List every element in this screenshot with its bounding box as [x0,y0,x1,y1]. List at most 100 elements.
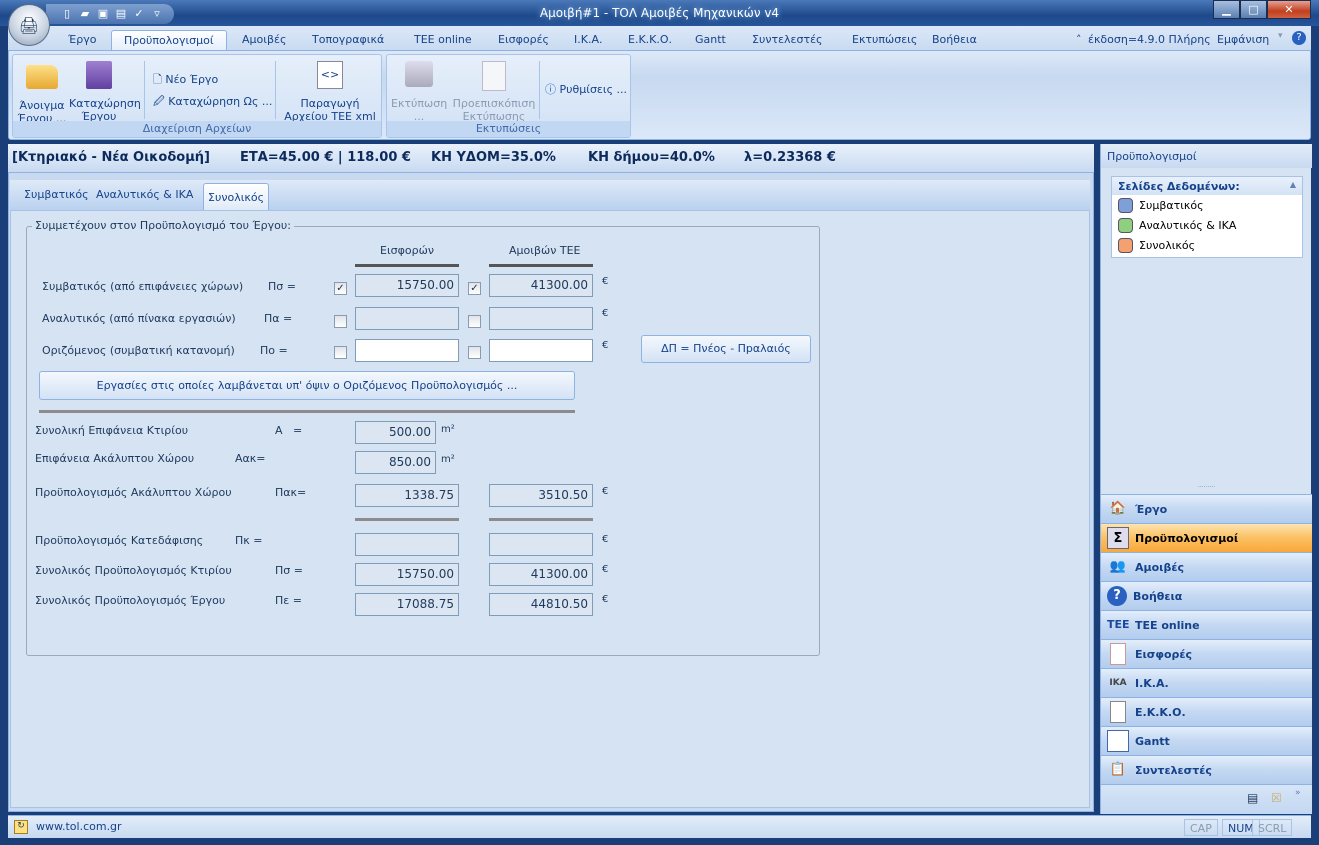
sigma-icon: Σ [1107,527,1129,549]
print-group-label: Εκτυπώσεις [387,121,630,137]
analytical-contrib-checkbox[interactable] [334,315,347,328]
tab-tee-online[interactable]: TEE online [402,30,484,50]
close-button[interactable]: ✕ [1267,0,1311,19]
open-area-field[interactable]: 850.00 [355,451,436,474]
nav-ika[interactable]: IKA Ι.Κ.Α. [1101,668,1312,697]
save-as-button[interactable]: 🖉 Καταχώρηση Ως ... [153,95,272,108]
print-preview-button[interactable]: Προεπισκόπιση Εκτύπωσης [451,61,537,123]
nav-contributions[interactable]: Εισφορές [1101,639,1312,668]
delta-p-button[interactable]: ΔΠ = Πνέος - Πpαλαιός [641,335,811,363]
tab-ekko[interactable]: Ε.Κ.Κ.Ο. [616,30,684,50]
save-project-button[interactable]: Καταχώρηση Έργου [69,61,141,123]
defined-fees-checkbox[interactable] [468,346,481,359]
building-area-field[interactable]: 500.00 [355,421,436,444]
dropdown-arrow-icon[interactable]: ▾ [1278,31,1283,41]
nav-coefficients[interactable]: 📋 Συντελεστές [1101,755,1312,784]
demolition-fees-field[interactable] [489,533,593,556]
euro-unit: € [602,340,609,351]
nav-gantt[interactable]: Gantt [1101,726,1312,755]
page-item-conventional[interactable]: Συμβατικός [1112,195,1302,215]
tab-total[interactable]: Συνολικός [203,183,270,210]
magnifier-icon [482,61,506,91]
placeholder-icon[interactable]: ☒ [1271,791,1282,805]
tab-contributions[interactable]: Εισφορές [486,30,561,50]
nav-fees[interactable]: 👥 Αμοιβές [1101,552,1312,581]
new-project-button[interactable]: 🗋 Νέο Έργο [153,73,218,86]
tab-ergo[interactable]: Έργο [56,30,108,50]
website-link[interactable]: www.tol.com.gr [36,820,122,833]
analytical-fees-field[interactable] [489,307,593,330]
print-group: Εκτύπωση ... Προεπισκόπιση Εκτύπωσης ⓘ Ρ… [386,54,631,138]
conventional-fees-field[interactable]: 41300.00 [489,274,593,297]
conventional-contrib-field[interactable]: 15750.00 [355,274,459,297]
nav-ekko[interactable]: Ε.Κ.Κ.Ο. [1101,697,1312,726]
minimize-button[interactable]: ▁ [1213,0,1240,19]
eta-value: ΕΤΑ=45.00 € | 118.00 € [240,150,411,165]
collapse-icon[interactable]: ▲ [1290,180,1296,189]
application-menu-button[interactable]: 🖨 [8,4,50,46]
open-budget-contrib-field[interactable]: 1338.75 [355,484,459,507]
tab-help[interactable]: Βοήθεια [920,30,989,50]
nav-overflow-bar: ▤ ☒ » [1101,784,1312,814]
defined-fees-input[interactable] [489,339,593,362]
collapse-ribbon-icon[interactable]: ˄ [1076,33,1082,46]
data-pages-header[interactable]: Σελίδες Δεδομένων: ▲ [1112,177,1302,195]
export-icon[interactable]: ▤ [114,7,128,21]
help-icon[interactable]: ? [1292,31,1306,45]
print-button[interactable]: Εκτύπωση ... [391,61,447,123]
navigation-pane: Προϋπολογισμοί Σελίδες Δεδομένων: ▲ Συμβα… [1100,144,1312,814]
page-item-total[interactable]: Συνολικός [1112,235,1302,255]
tab-analytical-ika[interactable]: Αναλυτικός & ΙΚΑ [96,188,193,201]
analytical-contrib-field[interactable] [355,307,459,330]
project-total-fees-field[interactable]: 44810.50 [489,593,593,616]
nav-tee-online[interactable]: TEE TEE online [1101,610,1312,639]
new-file-icon[interactable]: ▯ [60,7,74,21]
tab-conventional[interactable]: Συμβατικός [24,188,89,201]
document-icon [1110,643,1126,665]
tab-prints[interactable]: Εκτυπώσεις [840,30,929,50]
defined-contrib-input[interactable] [355,339,459,362]
users-icon: 👥 [1109,559,1127,574]
project-info-bar: [Κτηριακό - Νέα Οικοδομή] ΕΤΑ=45.00 € | … [8,144,1094,172]
building-total-fees-field[interactable]: 41300.00 [489,563,593,586]
list-icon [1110,701,1126,723]
fieldset-legend: Συμμετέχουν στον Προϋπολογισμό του Έργου… [32,219,294,232]
nav-budgets[interactable]: Σ Προϋπολογισμοί [1101,523,1312,552]
tab-coefficients[interactable]: Συντελεστές [740,30,834,50]
euro-unit: € [602,594,609,605]
open-project-button[interactable]: Άνοιγμα Έργου ... [17,61,67,125]
save-icon[interactable]: ▣ [96,7,110,21]
open-folder-icon[interactable]: ▰ [78,7,92,21]
configure-buttons-icon[interactable]: » [1295,788,1301,798]
settings-button[interactable]: ⓘ Ρυθμίσεις ... [545,83,627,96]
project-total-contrib-field[interactable]: 17088.75 [355,593,459,616]
analytical-fees-checkbox[interactable] [468,315,481,328]
nav-help[interactable]: ? Βοήθεια [1101,581,1312,610]
ika-icon: IKA [1109,678,1127,688]
contributions-header: Εισφορών [380,244,434,257]
conventional-contrib-checkbox[interactable]: ✓ [334,282,347,295]
page-item-analytical[interactable]: Αναλυτικός & ΙΚΑ [1112,215,1302,235]
demolition-contrib-field[interactable] [355,533,459,556]
list-view-icon[interactable]: ▤ [1247,791,1258,805]
open-area-symbol: Αακ= [235,452,266,465]
open-budget-fees-field[interactable]: 3510.50 [489,484,593,507]
version-label: έκδοση=4.9.0 Πλήρης [1088,33,1211,46]
tab-topographic[interactable]: Τοπογραφικά [300,30,396,50]
check-globe-icon[interactable]: ✓ [132,7,146,21]
lambda-value: λ=0.23368 € [744,150,836,165]
tab-fees[interactable]: Αμοιβές [230,30,298,50]
tab-ika[interactable]: Ι.Κ.Α. [562,30,614,50]
tab-budgets[interactable]: Προϋπολογισμοί [111,30,227,50]
customize-chevron-icon[interactable]: ▿ [150,7,164,21]
defined-works-button[interactable]: Εργασίες στις οποίες λαμβάνεται υπ' όψιν… [39,371,575,400]
building-total-contrib-field[interactable]: 15750.00 [355,563,459,586]
tab-gantt[interactable]: Gantt [683,30,738,50]
defined-contrib-checkbox[interactable] [334,346,347,359]
nav-ergo[interactable]: 🏠 Έργο [1101,494,1312,523]
appearance-menu[interactable]: Εμφάνιση [1217,33,1269,46]
splitter-handle[interactable]: ········· [1101,485,1312,492]
conventional-fees-checkbox[interactable]: ✓ [468,282,481,295]
header-separator [489,264,593,267]
maximize-button[interactable]: □ [1240,0,1267,19]
